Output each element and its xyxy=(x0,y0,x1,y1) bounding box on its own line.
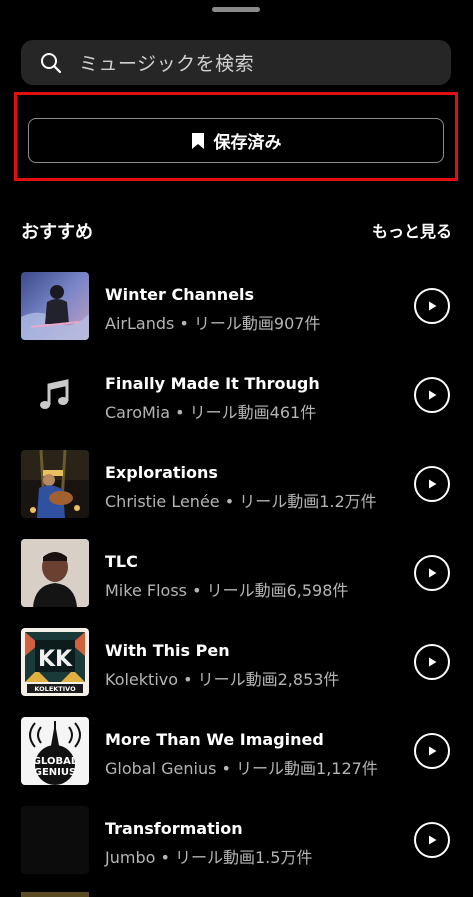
section-title: おすすめ xyxy=(21,222,93,243)
play-icon xyxy=(429,746,437,756)
track-title: With This Pen xyxy=(105,641,230,660)
track-row[interactable]: KK KOLEKTIVO With This Pen Kolektivo • リ… xyxy=(0,628,473,717)
play-icon xyxy=(429,390,437,400)
album-art xyxy=(21,539,89,607)
saved-button-label: 保存済み xyxy=(213,133,282,153)
track-subtitle: Global Genius • リール動画1,127件 xyxy=(105,759,378,778)
track-title: TLC xyxy=(105,552,138,571)
track-subtitle: Mike Floss • リール動画6,598件 xyxy=(105,581,349,600)
search-bar[interactable]: ミュージックを検索 xyxy=(21,40,451,85)
music-picker-sheet: ミュージックを検索 保存済み おすすめ もっと見る Winter Channel… xyxy=(0,0,473,897)
track-subtitle: AirLands • リール動画907件 xyxy=(105,314,321,333)
search-icon xyxy=(41,52,62,73)
music-note-icon xyxy=(21,361,89,429)
svg-text:KK: KK xyxy=(38,647,73,672)
track-title: More Than We Imagined xyxy=(105,730,324,749)
play-icon xyxy=(429,568,437,578)
play-icon xyxy=(429,479,437,489)
track-row[interactable]: Winter Channels AirLands • リール動画907件 xyxy=(0,272,473,361)
play-icon xyxy=(429,835,437,845)
play-button[interactable] xyxy=(414,466,450,502)
track-subtitle: Kolektivo • リール動画2,853件 xyxy=(105,670,340,689)
album-art: GLOBAL GENIUS xyxy=(21,717,89,785)
track-row[interactable]: Explorations Christie Lenée • リール動画1.2万件 xyxy=(0,450,473,539)
track-title: Transformation xyxy=(105,819,243,838)
track-title: Finally Made It Through xyxy=(105,374,320,393)
track-subtitle: Christie Lenée • リール動画1.2万件 xyxy=(105,492,377,511)
kolektivo-wordmark: KOLEKTIVO xyxy=(34,685,76,693)
track-row[interactable]: TLC Mike Floss • リール動画6,598件 xyxy=(0,539,473,628)
play-icon xyxy=(429,301,437,311)
bookmark-icon xyxy=(191,132,204,149)
saved-button[interactable]: 保存済み xyxy=(28,118,444,163)
global-genius-wordmark-2: GENIUS xyxy=(34,767,76,778)
play-button[interactable] xyxy=(414,288,450,324)
album-art xyxy=(21,450,89,518)
play-button[interactable] xyxy=(414,822,450,858)
drag-handle[interactable] xyxy=(212,7,260,12)
play-button[interactable] xyxy=(414,733,450,769)
track-row[interactable]: Transformation Jumbo • リール動画1.5万件 xyxy=(0,806,473,895)
track-subtitle: CaroMia • リール動画461件 xyxy=(105,403,317,422)
track-subtitle: Jumbo • リール動画1.5万件 xyxy=(105,848,313,867)
next-album-art-peek xyxy=(21,892,89,897)
track-title: Explorations xyxy=(105,463,218,482)
track-row[interactable]: Finally Made It Through CaroMia • リール動画4… xyxy=(0,361,473,450)
album-art: KK KOLEKTIVO xyxy=(21,628,89,696)
play-button[interactable] xyxy=(414,555,450,591)
album-art xyxy=(21,272,89,340)
play-button[interactable] xyxy=(414,377,450,413)
play-icon xyxy=(429,657,437,667)
global-genius-wordmark-1: GLOBAL xyxy=(33,756,78,767)
search-input[interactable]: ミュージックを検索 xyxy=(79,49,254,76)
track-row[interactable]: GLOBAL GENIUS More Than We Imagined Glob… xyxy=(0,717,473,806)
play-button[interactable] xyxy=(414,644,450,680)
track-title: Winter Channels xyxy=(105,285,255,304)
see-more-link[interactable]: もっと見る xyxy=(372,218,452,242)
album-art xyxy=(21,806,89,874)
